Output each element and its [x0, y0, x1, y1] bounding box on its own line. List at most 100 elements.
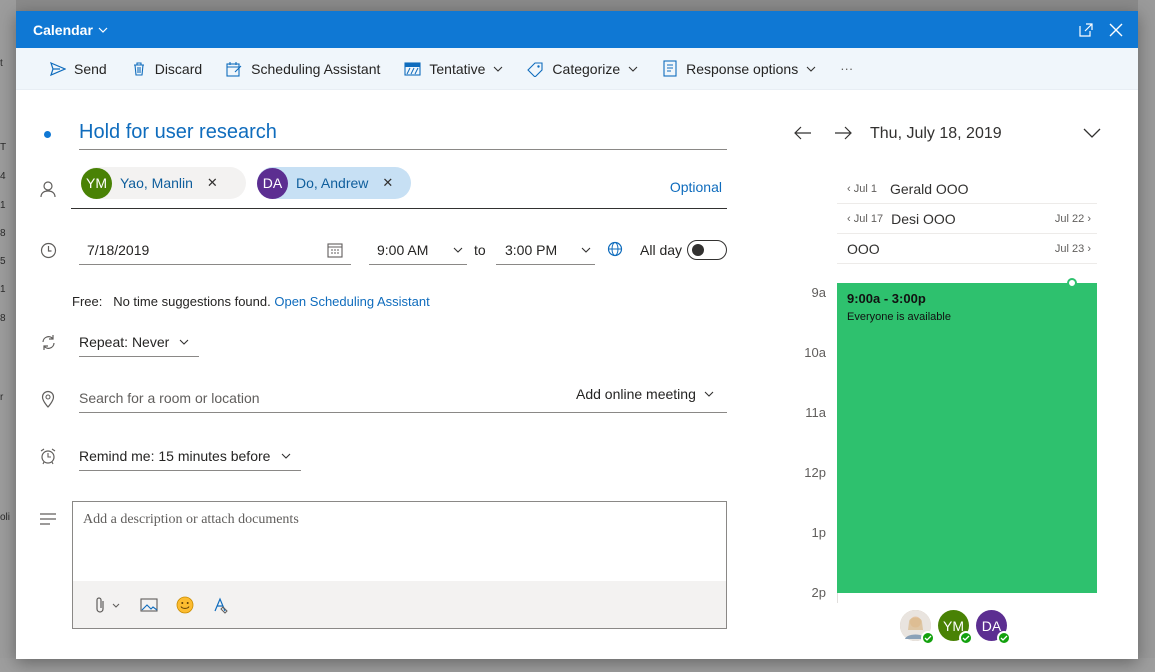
background-right-strip: [1138, 0, 1155, 672]
free-label: Free:: [72, 294, 103, 309]
scheduling-assistant-button[interactable]: Scheduling Assistant: [222, 53, 384, 85]
next-day-button[interactable]: [833, 123, 853, 143]
categorize-dropdown[interactable]: Categorize: [523, 53, 642, 85]
proposed-event-block[interactable]: 9:00a - 3:00p Everyone is available: [837, 278, 1097, 593]
close-icon: [1109, 23, 1123, 36]
attendee-name: Yao, Manlin: [120, 175, 193, 191]
chevron-down-icon: [494, 66, 503, 72]
chevron-down-icon: [281, 453, 291, 459]
event-title-input[interactable]: Hold for user research: [79, 121, 727, 150]
pop-out-icon: [1079, 22, 1093, 37]
more-icon: ···: [840, 61, 854, 76]
availability-status: Everyone is available: [847, 311, 951, 323]
globe-icon: [607, 241, 623, 257]
all-day-event-title: Desi OOO: [891, 210, 956, 227]
remove-attendee-icon[interactable]: ✕: [382, 175, 393, 191]
tentative-icon: [404, 61, 421, 76]
optional-link[interactable]: Optional: [670, 179, 722, 195]
all-day-toggle[interactable]: [687, 240, 727, 260]
previous-day-button[interactable]: [793, 123, 813, 143]
avatar: DA: [976, 610, 1011, 645]
description-editor[interactable]: Add a description or attach documents: [72, 501, 727, 629]
description-placeholder: Add a description or attach documents: [83, 512, 299, 527]
format-painter-button[interactable]: [203, 590, 239, 620]
all-day-event[interactable]: ‹ Jul 17 Desi OOO Jul 22 ›: [837, 204, 1097, 234]
accepted-check-icon: [921, 631, 935, 645]
more-options-button[interactable]: ···: [836, 53, 857, 85]
format-painter-icon: [214, 596, 228, 614]
avatar: [900, 610, 935, 645]
response-options-icon: [663, 60, 677, 77]
all-day-label: All day: [640, 242, 683, 258]
repeat-icon: [38, 332, 58, 352]
hour-label: 9a: [811, 285, 826, 300]
close-button[interactable]: [1104, 18, 1128, 42]
attendees-field[interactable]: YM Yao, Manlin ✕ DA Do, Andrew ✕ Optiona…: [71, 165, 727, 209]
day-view-date: Thu, July 18, 2019: [870, 125, 1002, 142]
repeat-dropdown[interactable]: Repeat: Never: [79, 327, 199, 357]
tentative-dropdown[interactable]: Tentative: [400, 53, 507, 85]
hour-label: 11a: [805, 405, 826, 420]
paperclip-icon: [96, 596, 120, 613]
start-time-select[interactable]: 9:00 AM: [369, 235, 467, 265]
emoji-button[interactable]: [167, 590, 203, 620]
all-day-event-title: OOO: [847, 240, 880, 257]
attach-button[interactable]: [85, 590, 131, 620]
resize-handle[interactable]: [1067, 278, 1077, 288]
discard-button[interactable]: Discard: [127, 53, 206, 85]
arrow-left-icon: [794, 126, 811, 140]
hour-label: 1p: [811, 525, 826, 540]
event-form: Hold for user research YM Yao, Manlin ✕ …: [16, 90, 746, 659]
window-title[interactable]: Calendar: [33, 22, 108, 38]
all-day-event-title: Gerald OOO: [889, 180, 969, 197]
event-dialog: Calendar Send Discard Scheduling Assista…: [16, 11, 1138, 659]
reminder-dropdown[interactable]: Remind me: 15 minutes before: [79, 441, 301, 471]
avatar: YM: [81, 167, 112, 199]
attendee-name: Do, Andrew: [296, 175, 369, 191]
hour-label: 12p: [804, 465, 826, 480]
pop-out-button[interactable]: [1074, 18, 1098, 42]
background-bottom-strip: [0, 658, 1155, 672]
hour-label: 2p: [811, 585, 826, 600]
insert-picture-button[interactable]: [131, 590, 167, 620]
attendee-chip[interactable]: DA Do, Andrew ✕: [257, 167, 411, 199]
day-picker-toggle[interactable]: [1081, 123, 1103, 143]
scheduling-assistant-icon: [226, 61, 242, 77]
add-online-meeting-dropdown[interactable]: Add online meeting: [576, 386, 714, 402]
day-view-panel: Thu, July 18, 2019 ‹ Jul 1 Gerald OOO ‹ …: [756, 90, 1138, 659]
category-dot: [44, 131, 51, 138]
chevron-down-icon: [628, 66, 638, 72]
all-day-event[interactable]: OOO Jul 23 ›: [837, 234, 1097, 264]
avatar: YM: [938, 610, 973, 645]
end-time-select[interactable]: 3:00 PM: [496, 235, 595, 265]
title-bar: Calendar: [16, 11, 1138, 48]
chevron-down-icon: [581, 247, 591, 253]
picture-icon: [140, 597, 158, 612]
to-label: to: [474, 242, 486, 258]
time-suggestions: Free: No time suggestions found. Open Sc…: [72, 294, 430, 309]
start-date-input[interactable]: 7/18/2019: [79, 235, 351, 265]
all-day-event[interactable]: ‹ Jul 1 Gerald OOO: [837, 174, 1097, 204]
toggle-knob: [692, 244, 704, 256]
tag-icon: [527, 61, 543, 77]
description-icon: [38, 509, 58, 529]
send-button[interactable]: Send: [46, 53, 111, 85]
chevron-down-icon: [1083, 128, 1101, 138]
attendee-chip[interactable]: YM Yao, Manlin ✕: [81, 167, 246, 199]
people-icon: [38, 179, 58, 199]
chevron-down-icon: [453, 247, 463, 253]
avatar: DA: [257, 167, 288, 199]
arrow-right-icon: [835, 126, 852, 140]
suggestions-text: No time suggestions found.: [113, 294, 271, 309]
accepted-check-icon: [997, 631, 1011, 645]
chevron-down-icon: [98, 27, 108, 33]
command-bar: Send Discard Scheduling Assistant Tentat…: [16, 48, 1138, 90]
response-options-dropdown[interactable]: Response options: [658, 53, 820, 85]
open-scheduling-assistant-link[interactable]: Open Scheduling Assistant: [274, 294, 429, 309]
calendar-icon[interactable]: [327, 242, 343, 258]
chevron-down-icon: [806, 66, 816, 72]
location-icon: [38, 389, 58, 409]
time-zone-button[interactable]: [606, 240, 626, 260]
remove-attendee-icon[interactable]: ✕: [207, 175, 218, 191]
send-icon: [50, 61, 66, 76]
